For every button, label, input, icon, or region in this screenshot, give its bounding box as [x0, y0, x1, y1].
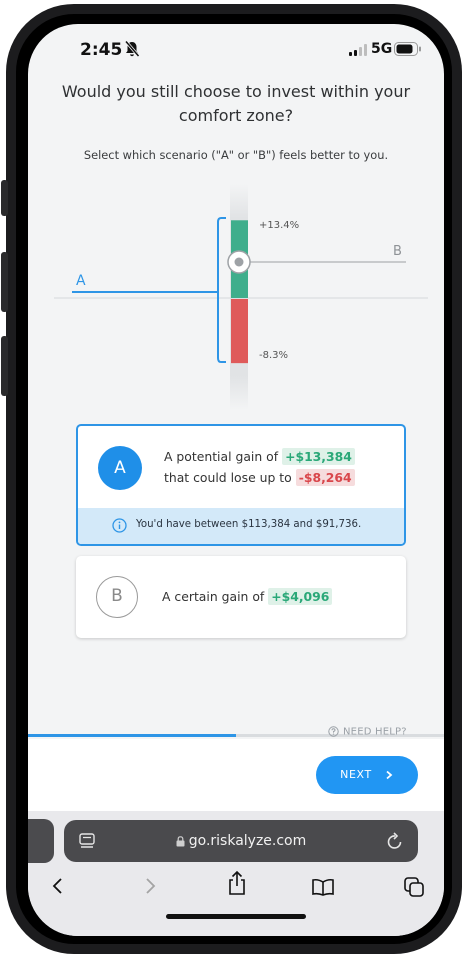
question-line-1: Would you still choose to invest within …: [61, 82, 411, 101]
previous-tab[interactable]: [28, 819, 54, 863]
option-a-badge: A: [98, 446, 142, 490]
action-button: [1, 180, 8, 216]
back-icon[interactable]: [50, 876, 66, 896]
option-b-line: A certain gain of +$4,096: [162, 588, 333, 605]
slider-knob-center: [234, 257, 244, 267]
screen: 2:45 5G Would you still choose to invest…: [28, 24, 444, 936]
scenario-b-label: B: [393, 244, 402, 259]
scenario-chart: A B +13.4% -8.3%: [54, 184, 428, 410]
option-a-card[interactable]: A A potential gain of +$13,384 that coul…: [76, 424, 406, 546]
option-a-line-2: that could lose up to -$8,264: [164, 469, 355, 486]
need-help-link[interactable]: NEED HELP?: [328, 726, 407, 738]
volume-down-button: [1, 336, 8, 396]
url-display: go.riskalyze.com: [64, 820, 418, 862]
question-heading: Would you still choose to invest within …: [48, 80, 424, 128]
option-b-badge: B: [96, 576, 138, 618]
question-line-2: comfort zone?: [178, 106, 294, 125]
chevron-right-icon: [386, 770, 393, 780]
option-a-range-text: You'd have between $113,384 and $91,736.: [136, 519, 362, 530]
need-help-label: NEED HELP?: [343, 726, 407, 738]
bookmarks-icon[interactable]: [311, 878, 335, 896]
network-label: 5G: [371, 41, 393, 57]
info-icon: [112, 518, 127, 533]
option-b-gain-value: +$4,096: [268, 588, 333, 605]
signal-icon: [349, 44, 367, 56]
battery-icon: [394, 42, 421, 56]
option-b-text: A certain gain of: [162, 589, 265, 604]
option-a-gain-text: A potential gain of: [164, 449, 279, 464]
reload-icon[interactable]: [386, 831, 404, 851]
help-icon: [328, 726, 339, 737]
range-bracket: [217, 217, 226, 363]
option-a-gain-value: +$13,384: [282, 448, 355, 465]
downside-label: -8.3%: [259, 350, 288, 361]
scenario-a-label: A: [76, 273, 86, 289]
progress-fill: [28, 734, 236, 737]
url-text: go.riskalyze.com: [188, 833, 307, 849]
status-time: 2:45: [80, 40, 123, 60]
share-icon[interactable]: [227, 870, 247, 896]
upside-label: +13.4%: [259, 220, 299, 231]
bar-downside: [231, 299, 248, 364]
next-button[interactable]: NEXT: [316, 756, 418, 794]
status-bar: 2:45 5G: [28, 24, 444, 78]
option-b-card[interactable]: B A certain gain of +$4,096: [76, 556, 406, 638]
lock-icon: [176, 835, 185, 846]
option-a-loss-value: -$8,264: [295, 469, 355, 486]
home-indicator: [166, 914, 306, 919]
option-a-info-bar: You'd have between $113,384 and $91,736.: [78, 508, 404, 544]
next-label: NEXT: [340, 768, 372, 781]
bell-slash-icon: [124, 40, 140, 57]
instructions-text: Select which scenario ("A" or "B") feels…: [83, 148, 389, 162]
option-a-line-1: A potential gain of +$13,384: [164, 448, 355, 465]
forward-icon[interactable]: [142, 876, 158, 896]
address-bar[interactable]: go.riskalyze.com: [64, 820, 418, 862]
volume-up-button: [1, 252, 8, 312]
tabs-icon[interactable]: [403, 876, 425, 898]
option-a-loss-text: that could lose up to: [164, 470, 292, 485]
